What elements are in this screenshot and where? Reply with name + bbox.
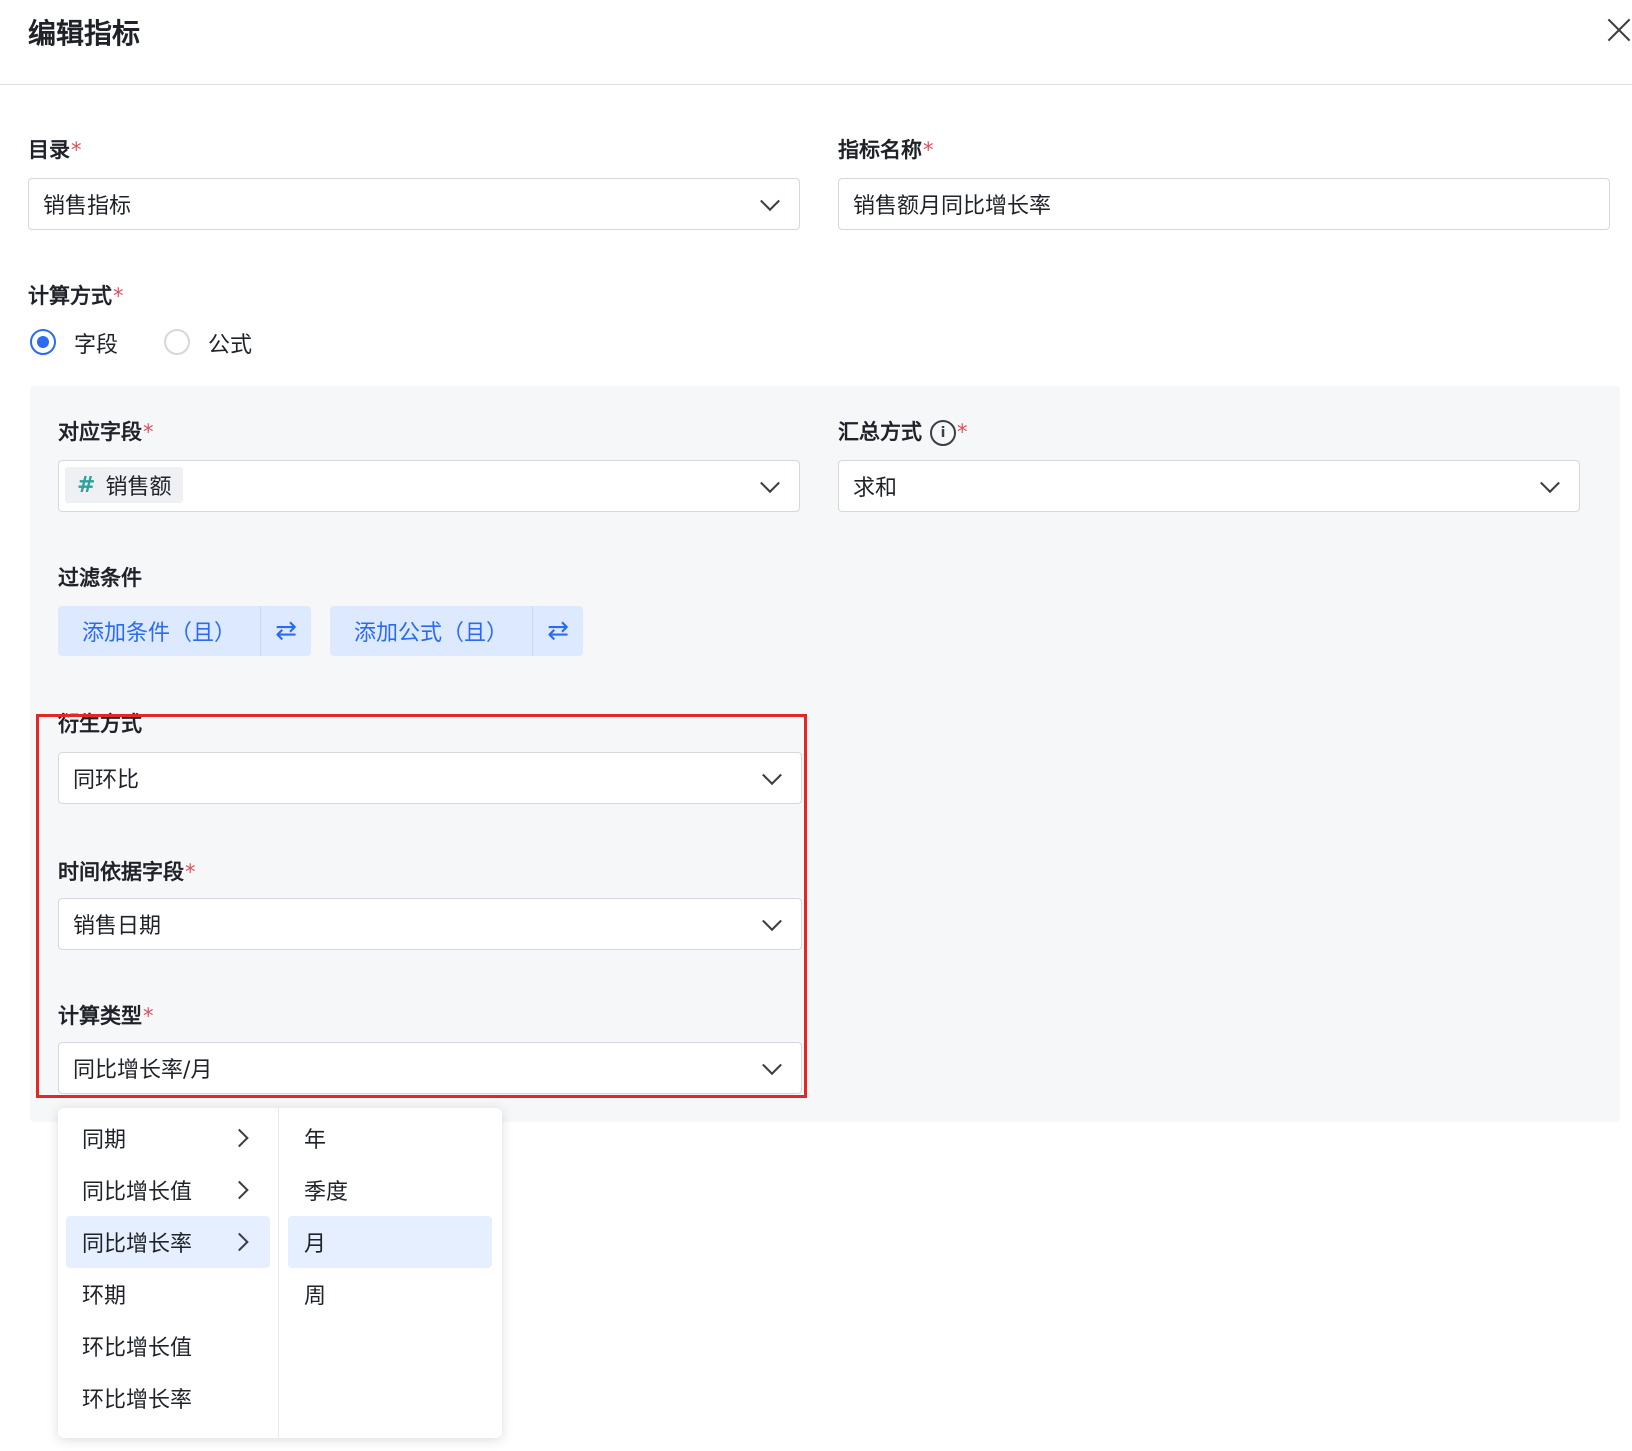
metric-name-label: 指标名称* — [838, 134, 934, 164]
catalog-select[interactable]: 销售指标 — [28, 178, 800, 230]
menu-item-mom-value[interactable]: 环比增长值 — [66, 1320, 270, 1372]
menu-item-month[interactable]: 月 — [288, 1216, 492, 1268]
dialog-title: 编辑指标 — [28, 17, 141, 50]
catalog-value: 销售指标 — [43, 194, 132, 219]
menu-item-mom-rate[interactable]: 环比增长率 — [66, 1372, 270, 1424]
required-mark: * — [71, 138, 82, 162]
filter-label: 过滤条件 — [58, 566, 142, 590]
aggregation-label-text: 汇总方式 — [838, 420, 922, 444]
highlight-box — [36, 714, 807, 1098]
info-icon[interactable]: i — [930, 420, 956, 446]
menu-item-yoy-value[interactable]: 同比增长值 — [66, 1164, 270, 1216]
radio-formula-label[interactable]: 公式 — [208, 327, 252, 359]
chevron-down-icon — [760, 191, 780, 212]
menu-item-week[interactable]: 周 — [288, 1268, 492, 1320]
menu-column-divider — [278, 1108, 279, 1438]
add-formula-button[interactable]: 添加公式（且） — [330, 606, 534, 656]
menu-column-granularity: 年 季度 月 周 — [288, 1112, 492, 1320]
chevron-right-icon — [230, 1232, 249, 1252]
swap-icon[interactable]: ⇄ — [533, 606, 583, 656]
menu-item-year[interactable]: 年 — [288, 1112, 492, 1164]
menu-item-label: 年 — [304, 1128, 327, 1153]
aggregation-value: 求和 — [853, 476, 898, 501]
catalog-label: 目录* — [28, 134, 82, 164]
menu-item-label: 季度 — [304, 1180, 349, 1205]
menu-item-label: 同比增长率 — [82, 1232, 193, 1257]
chevron-down-icon — [760, 473, 780, 494]
calc-method-label-text: 计算方式 — [28, 284, 112, 308]
menu-item-label: 月 — [304, 1232, 327, 1257]
menu-item-label: 同期 — [82, 1128, 127, 1153]
menu-item-quarter[interactable]: 季度 — [288, 1164, 492, 1216]
calc-type-cascade-menu: 同期 同比增长值 同比增长率 环期 环比增长值 环比增长率 年 季度 月 周 — [58, 1108, 502, 1438]
chevron-right-icon — [230, 1180, 249, 1200]
menu-item-label: 环比增长值 — [82, 1336, 193, 1361]
field-select[interactable]: # 销售额 — [58, 460, 800, 512]
required-mark: * — [923, 138, 934, 162]
required-mark: * — [143, 420, 154, 444]
metric-name-input[interactable]: 销售额月同比增长率 — [838, 178, 1610, 230]
chevron-right-icon — [230, 1128, 249, 1148]
radio-field-label[interactable]: 字段 — [74, 327, 118, 359]
catalog-label-text: 目录 — [28, 138, 70, 162]
menu-item-label: 环比增长率 — [82, 1388, 193, 1413]
calc-method-label: 计算方式* — [28, 280, 124, 310]
aggregation-select[interactable]: 求和 — [838, 460, 1580, 512]
menu-item-label: 同比增长值 — [82, 1180, 193, 1205]
swap-icon[interactable]: ⇄ — [261, 606, 311, 656]
metric-name-value: 销售额月同比增长率 — [853, 194, 1052, 219]
menu-item-label: 环期 — [82, 1284, 127, 1309]
number-field-icon: # — [77, 472, 96, 498]
field-label: 对应字段* — [58, 416, 154, 446]
menu-item-yoy-rate[interactable]: 同比增长率 — [66, 1216, 270, 1268]
add-condition-button[interactable]: 添加条件（且） — [58, 606, 262, 656]
required-mark: * — [113, 284, 124, 308]
metric-name-label-text: 指标名称 — [838, 138, 922, 162]
menu-item-same-period[interactable]: 同期 — [66, 1112, 270, 1164]
menu-item-label: 周 — [304, 1284, 327, 1309]
add-formula-group: 添加公式（且） ⇄ — [330, 606, 584, 656]
aggregation-label: 汇总方式 i * — [838, 416, 968, 446]
required-mark: * — [957, 420, 968, 444]
radio-formula[interactable] — [164, 329, 190, 355]
header-divider — [0, 84, 1632, 85]
field-tag: # 销售额 — [65, 467, 184, 503]
radio-field[interactable] — [30, 329, 56, 355]
field-tag-label: 销售额 — [105, 475, 172, 500]
close-icon[interactable] — [1604, 14, 1632, 44]
field-label-text: 对应字段 — [58, 420, 142, 444]
chevron-down-icon — [1540, 473, 1560, 494]
menu-column-type: 同期 同比增长值 同比增长率 环期 环比增长值 环比增长率 — [66, 1112, 270, 1424]
add-condition-group: 添加条件（且） ⇄ — [58, 606, 312, 656]
menu-item-prev-period[interactable]: 环期 — [66, 1268, 270, 1320]
